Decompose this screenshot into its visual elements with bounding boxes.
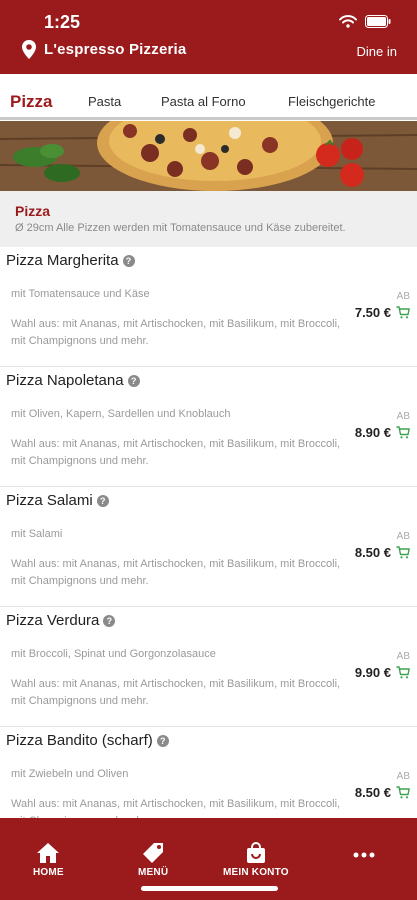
nav-home-label: HOME <box>33 867 64 878</box>
tag-icon <box>143 843 164 863</box>
item-price[interactable]: 8.50 € <box>355 785 410 800</box>
cart-icon[interactable] <box>396 306 410 319</box>
item-description: mit Zwiebeln und Oliven <box>11 768 129 780</box>
category-description: Ø 29cm Alle Pizzen werden mit Tomatensau… <box>15 222 346 234</box>
price-prefix: AB <box>396 291 410 302</box>
item-price[interactable]: 8.90 € <box>355 425 410 440</box>
item-price[interactable]: 7.50 € <box>355 305 410 320</box>
status-time: 1:25 <box>44 12 81 32</box>
info-icon[interactable]: ? <box>127 374 140 387</box>
tab-pasta-al-forno[interactable]: Pasta al Forno <box>161 94 246 109</box>
item-name: Pizza Salami <box>6 492 93 509</box>
restaurant-name: L'espresso Pizzeria <box>44 41 187 58</box>
cart-icon[interactable] <box>396 546 410 559</box>
item-name: Pizza Verdura <box>6 612 100 629</box>
tab-fleischgerichte[interactable]: Fleischgerichte <box>288 94 375 109</box>
nav-my-account[interactable]: MEIN KONTO <box>223 842 289 878</box>
home-indicator <box>141 886 278 891</box>
item-price[interactable]: 9.90 € <box>355 665 410 680</box>
item-description: mit Broccoli, Spinat und Gorgonzolasauce <box>11 648 216 660</box>
nav-home[interactable]: HOME <box>33 842 64 878</box>
cart-icon[interactable] <box>396 666 410 679</box>
shopping-bag-icon <box>246 842 265 863</box>
tab-pizza[interactable]: Pizza <box>10 92 53 112</box>
item-price[interactable]: 8.50 € <box>355 545 410 560</box>
battery-icon <box>365 15 391 28</box>
item-description: mit Salami <box>11 528 63 540</box>
item-options: Wahl aus: mit Ananas, mit Artischocken, … <box>11 438 341 467</box>
cart-icon[interactable] <box>396 426 410 439</box>
menu-item-pizza-napoletana[interactable]: Pizza Napoletana ? mit Oliven, Kapern, S… <box>0 367 417 487</box>
category-tabs: Pizza Pasta Pasta al Forno Fleischgerich… <box>0 74 417 120</box>
price-prefix: AB <box>396 531 410 542</box>
tab-pasta[interactable]: Pasta <box>88 94 121 109</box>
menu-item-pizza-margherita[interactable]: Pizza Margherita ? mit Tomatensauce und … <box>0 247 417 367</box>
menu-item-pizza-salami[interactable]: Pizza Salami ? mit Salami Wahl aus: mit … <box>0 487 417 607</box>
nav-menu[interactable]: MENÜ <box>138 842 168 878</box>
item-options: Wahl aus: mit Ananas, mit Artischocken, … <box>11 678 341 707</box>
item-options: Wahl aus: mit Ananas, mit Artischocken, … <box>11 318 341 347</box>
item-title: Pizza Napoletana ? <box>6 372 140 389</box>
category-title: Pizza <box>15 203 51 219</box>
price-value: 9.90 € <box>354 665 391 680</box>
price-value: 8.90 € <box>354 425 391 440</box>
price-prefix: AB <box>396 771 410 782</box>
pizza-banner-image <box>0 121 417 191</box>
item-options: Wahl aus: mit Ananas, mit Artischocken, … <box>11 558 341 587</box>
nav-menu-label: MENÜ <box>138 867 169 878</box>
item-name: Pizza Margherita <box>6 252 119 269</box>
item-title: Pizza Salami ? <box>6 492 109 509</box>
item-name: Pizza Napoletana <box>6 372 124 389</box>
price-value: 7.50 € <box>354 305 391 320</box>
price-prefix: AB <box>396 411 410 422</box>
app-header: 1:25 L'espresso Pizzeria Dine in <box>0 0 417 74</box>
nav-more[interactable] <box>353 852 375 858</box>
category-header: Pizza Ø 29cm Alle Pizzen werden mit Toma… <box>0 191 417 247</box>
item-title: Pizza Bandito (scharf) ? <box>6 732 169 749</box>
dine-in-toggle[interactable]: Dine in <box>357 44 397 59</box>
item-title: Pizza Verdura ? <box>6 612 116 629</box>
cart-icon[interactable] <box>396 786 410 799</box>
price-prefix: AB <box>396 651 410 662</box>
wifi-icon <box>339 15 357 28</box>
item-name: Pizza Bandito (scharf) <box>6 732 153 749</box>
item-description: mit Oliven, Kapern, Sardellen und Knobla… <box>11 408 231 420</box>
restaurant-selector[interactable]: L'espresso Pizzeria <box>22 40 186 59</box>
more-dots-icon <box>353 852 375 858</box>
nav-account-label: MEIN KONTO <box>223 867 289 878</box>
info-icon[interactable]: ? <box>156 734 169 747</box>
item-title: Pizza Margherita ? <box>6 252 135 269</box>
info-icon[interactable]: ? <box>122 254 135 267</box>
location-pin-icon <box>22 40 36 59</box>
price-value: 8.50 € <box>354 545 391 560</box>
price-value: 8.50 € <box>354 785 391 800</box>
menu-item-pizza-verdura[interactable]: Pizza Verdura ? mit Broccoli, Spinat und… <box>0 607 417 727</box>
status-icons <box>339 15 391 28</box>
home-icon <box>37 843 60 863</box>
item-description: mit Tomatensauce und Käse <box>11 288 150 300</box>
info-icon[interactable]: ? <box>96 494 109 507</box>
info-icon[interactable]: ? <box>103 614 116 627</box>
